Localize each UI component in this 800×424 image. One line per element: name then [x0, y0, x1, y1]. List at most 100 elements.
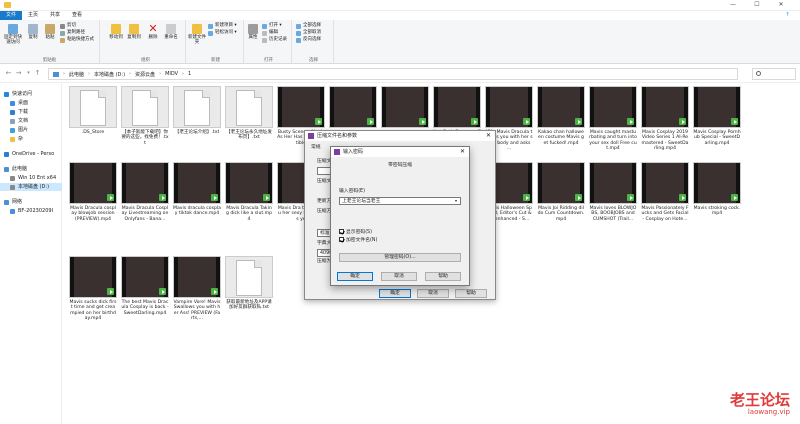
text-file-item[interactable]: .DS_Store: [69, 86, 117, 135]
recent-dropdown-icon[interactable]: ▾: [24, 69, 33, 78]
rename-icon: [166, 24, 176, 34]
dialog-close-icon[interactable]: ✕: [460, 148, 465, 155]
back-arrow-icon[interactable]: ←: [4, 69, 13, 78]
video-file-item[interactable]: Mavis stroking cock.mp4: [693, 162, 741, 217]
new-folder-icon: [192, 24, 202, 34]
sidebar-item[interactable]: 桌面: [0, 99, 62, 107]
delete-button[interactable]: ✕ 删除: [146, 23, 160, 40]
search-input[interactable]: [752, 68, 796, 80]
video-file-item[interactable]: Kakao chan halloween costume Mavis get f…: [537, 86, 585, 146]
play-icon: [679, 194, 686, 201]
open-button[interactable]: 打开 ▾: [262, 23, 282, 29]
video-file-item[interactable]: Mavis Joi Ridding dildo Cum Countdown.mp…: [537, 162, 585, 222]
chevron-down-icon[interactable]: ▾: [455, 198, 457, 203]
tab-home[interactable]: 主页: [22, 11, 44, 20]
sidebar-item[interactable]: Win 10 Ent x64: [0, 174, 62, 182]
edit-button[interactable]: 编辑: [262, 30, 278, 36]
sidebar-item[interactable]: 下载: [0, 108, 62, 116]
forward-arrow-icon[interactable]: →: [14, 69, 23, 78]
text-file-item[interactable]: 【老王论坛介绍】.txt: [173, 86, 221, 135]
password-input[interactable]: 上老王论坛当老王: [339, 197, 461, 205]
tab-general[interactable]: 常规: [311, 145, 321, 151]
show-password-checkbox[interactable]: 显示密码(S): [339, 228, 372, 235]
paste-shortcut-button[interactable]: 粘贴快捷方式: [60, 37, 94, 43]
manage-passwords-button[interactable]: 管理密码(O)...: [339, 253, 461, 262]
maximize-button[interactable]: ☐: [746, 0, 768, 10]
minimize-button[interactable]: —: [722, 0, 744, 10]
close-button[interactable]: ✕: [770, 0, 792, 10]
password-cancel-button[interactable]: 取消: [381, 272, 417, 281]
password-help-button[interactable]: 帮助: [425, 272, 461, 281]
sidebar-item[interactable]: 文档: [0, 117, 62, 125]
copy-button[interactable]: 复制: [26, 24, 40, 40]
text-file-item[interactable]: 【本子就能下载吧】你要的这些，找免费！.txt: [121, 86, 169, 146]
sidebar-item-label: 本地磁盘 (D:): [18, 184, 50, 190]
copy-to-button[interactable]: 复制到: [126, 24, 142, 40]
play-icon: [159, 194, 166, 201]
sidebar-item-label: 此电脑: [12, 166, 28, 172]
sidebar-item[interactable]: 图片: [0, 126, 62, 134]
paste-button[interactable]: 粘贴: [42, 24, 58, 40]
address-bar[interactable]: › 此电脑 › 本地磁盘 (D:) › 资源云盘 › MIDV › 1: [48, 68, 738, 80]
tab-share[interactable]: 共享: [44, 11, 66, 20]
archive-help-button[interactable]: 帮助: [455, 289, 487, 298]
sidebar-item[interactable]: 杂: [0, 135, 62, 143]
archive-cancel-button[interactable]: 取消: [417, 289, 449, 298]
breadcrumb-item[interactable]: 1: [188, 71, 191, 77]
sidebar-item[interactable]: 网络: [0, 198, 62, 206]
video-file-item[interactable]: Mavis dracula cosplay tiktok dance.mp4: [173, 162, 221, 217]
cut-button[interactable]: 剪切: [60, 23, 76, 29]
history-icon: [262, 37, 267, 43]
video-file-item[interactable]: The best Mavis Dracula Cosplay is back -…: [121, 256, 169, 316]
video-file-item[interactable]: Mavis caught masturbating and turn into …: [589, 86, 637, 152]
properties-button[interactable]: 属性: [246, 24, 260, 40]
tab-file[interactable]: 文件: [0, 11, 23, 20]
new-item-button[interactable]: 新建项目 ▾: [208, 23, 237, 29]
breadcrumb-item[interactable]: 本地磁盘 (D:): [94, 71, 125, 78]
select-none-button[interactable]: 全部取消: [296, 30, 321, 36]
select-all-button[interactable]: 全部选择: [296, 23, 321, 29]
password-ok-button[interactable]: 确定: [337, 272, 373, 281]
video-file-item[interactable]: Mavis Dracula Cosplay Livestreaming on O…: [121, 162, 169, 222]
video-file-item[interactable]: Mavis Cosplay 2019 Video Series 1 AI-Rem…: [641, 86, 689, 152]
up-arrow-icon[interactable]: ↑: [33, 69, 42, 78]
sidebar-item-label: 文档: [18, 118, 29, 124]
file-name: The best Mavis Dracula Cosplay is back -…: [121, 300, 169, 316]
video-file-item[interactable]: Mavis sucks dick first time and get crea…: [69, 256, 117, 322]
copy-path-button[interactable]: 复制路径: [60, 30, 85, 36]
encrypt-names-checkbox[interactable]: 加密文件名(N): [339, 236, 377, 243]
video-file-item[interactable]: [381, 86, 429, 130]
help-icon[interactable]: ?: [786, 12, 789, 18]
video-file-item[interactable]: Mavis Cosplay Pornhub Special - SweetDar…: [693, 86, 741, 146]
breadcrumb-item[interactable]: 此电脑: [69, 71, 84, 78]
sidebar-item[interactable]: 快速访问: [0, 90, 62, 98]
video-thumbnail: [121, 162, 169, 204]
sidebar-item[interactable]: OneDrive - Perso: [0, 150, 62, 158]
archive-ok-button[interactable]: 确定: [379, 289, 411, 298]
rename-button[interactable]: 重命名: [162, 24, 180, 40]
sidebar-item[interactable]: 此电脑: [0, 165, 62, 173]
video-file-item[interactable]: Vampire Vore! Mavis Swallows you with he…: [173, 256, 221, 322]
sidebar-item[interactable]: BF-20230209I: [0, 207, 62, 215]
invert-selection-button[interactable]: 反向选择: [296, 37, 321, 43]
move-to-button[interactable]: 移动到: [108, 24, 124, 40]
history-button[interactable]: 历史记录: [262, 37, 287, 43]
breadcrumb-item[interactable]: MIDV: [165, 71, 178, 77]
text-file-item[interactable]: 获取最新地址及APP请加好友群获取私.txt: [225, 256, 273, 311]
video-file-item[interactable]: Mavis Passionately Fucks and Gets Facial…: [641, 162, 689, 222]
video-file-item[interactable]: Mavis loves BLOWJOBS, BOOBJOBS and CUMSH…: [589, 162, 637, 222]
play-icon: [367, 118, 374, 125]
video-file-item[interactable]: Mavis Dracula Taking dick like a slut.mp…: [225, 162, 273, 222]
new-folder-button[interactable]: 新建文件夹: [188, 24, 206, 45]
dialog-close-icon[interactable]: ✕: [486, 132, 491, 139]
pin-button[interactable]: 固定到快速访问: [2, 24, 24, 45]
breadcrumb-item[interactable]: 资源云盘: [135, 71, 155, 78]
video-file-item[interactable]: Mavis Dracula cosplay blowjob session (P…: [69, 162, 117, 222]
play-icon: [107, 288, 114, 295]
text-file-item[interactable]: 【老王论坛永久地址发布页】.txt: [225, 86, 273, 141]
file-name: Mavis caught masturbating and turn into …: [589, 130, 637, 152]
easy-access-button[interactable]: 轻松访问 ▾: [208, 30, 237, 36]
video-file-item[interactable]: [329, 86, 377, 130]
tab-view[interactable]: 查看: [66, 11, 88, 20]
sidebar-item[interactable]: 本地磁盘 (D:): [0, 183, 62, 191]
